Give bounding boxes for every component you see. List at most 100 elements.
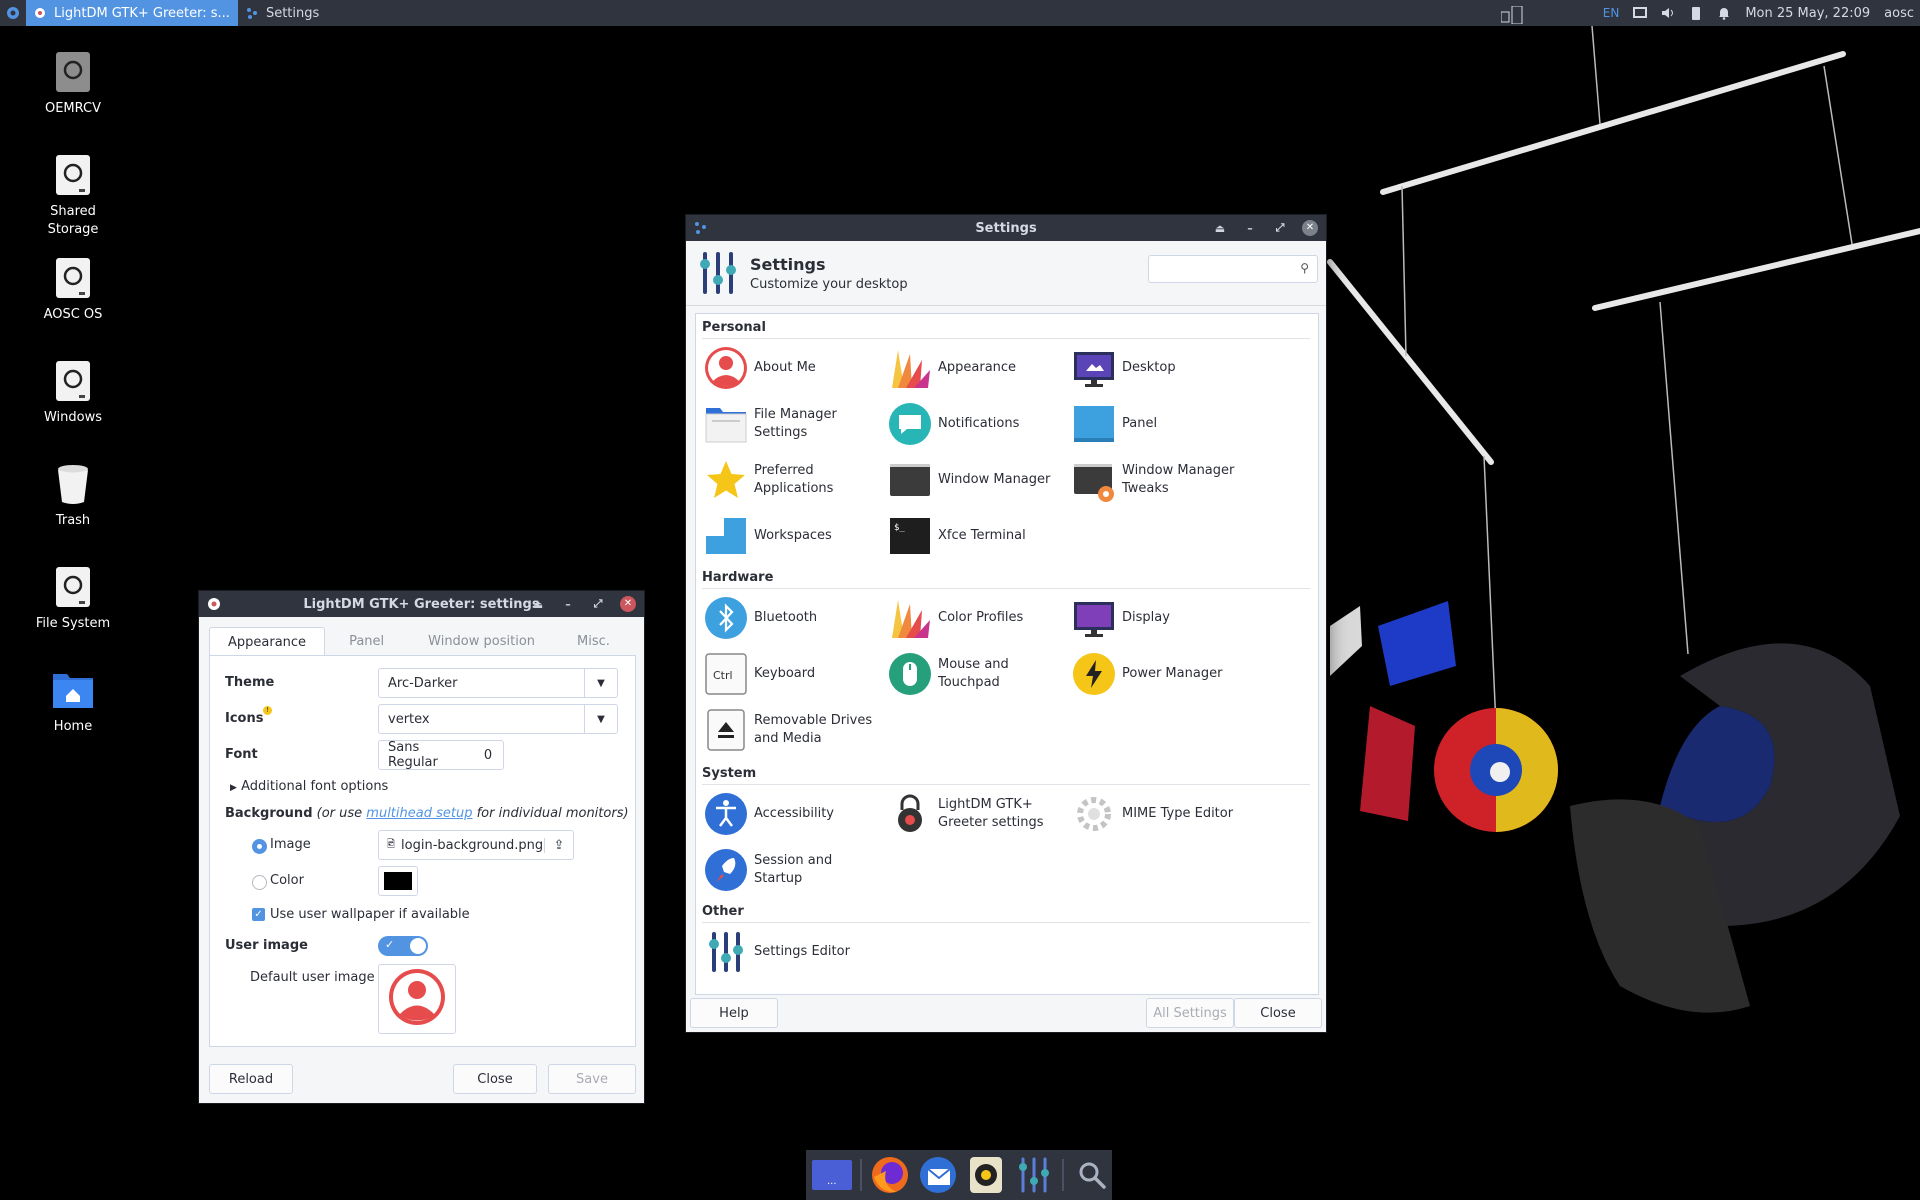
- color-radio[interactable]: [252, 875, 267, 890]
- desktop-icon-file-system[interactable]: File System: [18, 565, 128, 633]
- chevron-down-icon: ▼: [584, 669, 617, 697]
- user-wallpaper-checkbox[interactable]: ✓: [252, 908, 265, 921]
- settings-window-icon: [694, 221, 708, 235]
- settings-item-removable-drives[interactable]: Removable Drives and Media: [704, 706, 884, 754]
- keyboard-layout[interactable]: EN: [1603, 6, 1620, 20]
- settings-item-color-profiles[interactable]: Color Profiles: [888, 594, 1068, 642]
- background-hint-post: for individual monitors): [472, 806, 629, 821]
- section-divider: [702, 338, 1310, 339]
- taskbar-item-lightdm[interactable]: LightDM GTK+ Greeter: s...: [26, 0, 238, 26]
- settings-item-panel[interactable]: Panel: [1072, 400, 1252, 448]
- search-input[interactable]: ⚲: [1148, 255, 1318, 283]
- image-file-icon: 🖻: [387, 838, 396, 850]
- settings-item-bluetooth[interactable]: Bluetooth: [704, 594, 884, 642]
- default-user-image-label: Default user image: [250, 970, 375, 985]
- show-desktop-icon[interactable]: ...: [812, 1154, 853, 1196]
- settings-item-lightdm[interactable]: LightDM GTK+ Greeter settings: [888, 790, 1068, 838]
- desktop-icon-home[interactable]: Home: [18, 668, 128, 736]
- settings-titlebar[interactable]: Settings ⏏ – ⤢ ✕: [686, 215, 1326, 241]
- settings-item-accessibility[interactable]: Accessibility: [704, 790, 884, 838]
- workspace-switcher-icon[interactable]: [1500, 5, 1523, 25]
- dock-separator: [1062, 1159, 1064, 1191]
- minimize-icon[interactable]: –: [1242, 220, 1258, 236]
- drive-icon: [53, 50, 93, 94]
- settings-item-label: MIME Type Editor: [1122, 806, 1234, 821]
- settings-item-appearance[interactable]: Appearance: [888, 344, 1068, 392]
- settings-item-keyboard[interactable]: Ctrl Keyboard: [704, 650, 884, 698]
- settings-item-window-manager[interactable]: Window Manager: [888, 456, 1068, 504]
- tab-window-position[interactable]: Window position: [408, 627, 555, 655]
- desktop-icon-oemrcv[interactable]: OEMRCV: [18, 50, 128, 118]
- mouse-icon: [888, 652, 932, 696]
- additional-font-expander[interactable]: ▶ Additional font options: [230, 779, 388, 794]
- maximize-icon[interactable]: ⤢: [590, 596, 606, 612]
- tab-panel[interactable]: Panel: [325, 627, 408, 655]
- clock[interactable]: Mon 25 May, 22:09: [1745, 6, 1870, 21]
- theme-select[interactable]: Arc-Darker ▼: [378, 668, 618, 698]
- settings-item-label: Color Profiles: [938, 610, 1024, 625]
- shade-icon[interactable]: ⏏: [1212, 220, 1228, 236]
- settings-item-about-me[interactable]: About Me: [704, 344, 884, 392]
- color-picker-button[interactable]: [378, 866, 418, 896]
- close-button[interactable]: Close: [453, 1064, 537, 1094]
- settings-item-label: Removable Drives and Media: [754, 713, 873, 746]
- multihead-setup-link[interactable]: multihead setup: [366, 806, 472, 821]
- image-file-chooser[interactable]: 🖻 login-background.png ⇪: [378, 830, 574, 860]
- help-button[interactable]: Help: [690, 998, 778, 1028]
- shade-icon[interactable]: ⏏: [530, 596, 546, 612]
- close-icon[interactable]: ✕: [620, 596, 636, 612]
- tab-misc[interactable]: Misc.: [555, 627, 632, 655]
- minimize-icon[interactable]: –: [560, 596, 576, 612]
- display-icon[interactable]: [1633, 6, 1648, 20]
- settings-item-xfce-terminal[interactable]: $_ Xfce Terminal: [888, 512, 1068, 560]
- settings-item-session-startup[interactable]: Session and Startup: [704, 846, 884, 894]
- reload-button[interactable]: Reload: [209, 1064, 293, 1094]
- taskbar-item-settings[interactable]: Settings: [238, 0, 327, 26]
- settings-item-power-manager[interactable]: Power Manager: [1072, 650, 1252, 698]
- settings-item-workspaces[interactable]: Workspaces: [704, 512, 884, 560]
- battery-icon[interactable]: [1689, 6, 1703, 20]
- rhythmbox-icon[interactable]: [966, 1154, 1006, 1196]
- save-button[interactable]: Save: [548, 1064, 636, 1094]
- lightdm-titlebar[interactable]: LightDM GTK+ Greeter: settings ⏏ – ⤢ ✕: [199, 591, 644, 617]
- lightdm-tabs: Appearance Panel Window position Misc.: [209, 627, 634, 656]
- upload-icon[interactable]: ⇪: [544, 837, 573, 853]
- settings-item-notifications[interactable]: Notifications: [888, 400, 1068, 448]
- toggle-knob: [410, 938, 426, 954]
- settings-item-window-manager-tweaks[interactable]: Window Manager Tweaks: [1072, 456, 1252, 504]
- settings-item-display[interactable]: Display: [1072, 594, 1252, 642]
- maximize-icon[interactable]: ⤢: [1272, 220, 1288, 236]
- image-radio[interactable]: [252, 839, 267, 854]
- icons-select[interactable]: vertex ▼: [378, 704, 618, 734]
- close-button[interactable]: Close: [1234, 998, 1322, 1028]
- taskbar-item-label: LightDM GTK+ Greeter: s...: [54, 5, 230, 21]
- thunderbird-icon[interactable]: [918, 1154, 958, 1196]
- desktop-icon-shared-storage[interactable]: Shared Storage: [18, 153, 128, 239]
- default-user-image-button[interactable]: [378, 964, 456, 1034]
- app-menu-icon[interactable]: [0, 0, 26, 26]
- user-name[interactable]: aosc: [1884, 6, 1914, 21]
- settings-item-preferred-applications[interactable]: Preferred Applications: [704, 456, 884, 504]
- settings-manager-icon[interactable]: [1014, 1154, 1054, 1196]
- desktop-icon-label: AOSC OS: [43, 307, 103, 322]
- font-button[interactable]: Sans Regular 0: [378, 740, 504, 770]
- notification-bell-icon[interactable]: [1717, 6, 1731, 20]
- firefox-icon[interactable]: [870, 1154, 910, 1196]
- settings-item-mouse-touchpad[interactable]: Mouse and Touchpad: [888, 650, 1068, 698]
- settings-item-desktop[interactable]: Desktop: [1072, 344, 1252, 392]
- app-finder-icon[interactable]: [1072, 1154, 1112, 1196]
- desktop-icon-windows[interactable]: Windows: [18, 359, 128, 427]
- settings-panel: Personal About Me Appearance Desktop Fil…: [695, 313, 1319, 995]
- settings-item-mime-type-editor[interactable]: MIME Type Editor: [1072, 790, 1252, 838]
- all-settings-button[interactable]: All Settings: [1146, 998, 1234, 1028]
- svg-text:...: ...: [827, 1176, 837, 1187]
- volume-icon[interactable]: [1661, 6, 1675, 20]
- settings-item-settings-editor[interactable]: Settings Editor: [704, 928, 884, 976]
- desktop-icon-aosc-os[interactable]: AOSC OS: [18, 256, 128, 324]
- settings-item-file-manager[interactable]: File Manager Settings: [704, 400, 884, 448]
- desktop-icon-trash[interactable]: Trash: [18, 462, 128, 530]
- close-icon[interactable]: ✕: [1302, 220, 1318, 236]
- settings-header: Settings Customize your desktop ⚲: [686, 241, 1326, 306]
- user-image-toggle[interactable]: ✓: [378, 936, 428, 956]
- tab-appearance[interactable]: Appearance: [209, 627, 326, 656]
